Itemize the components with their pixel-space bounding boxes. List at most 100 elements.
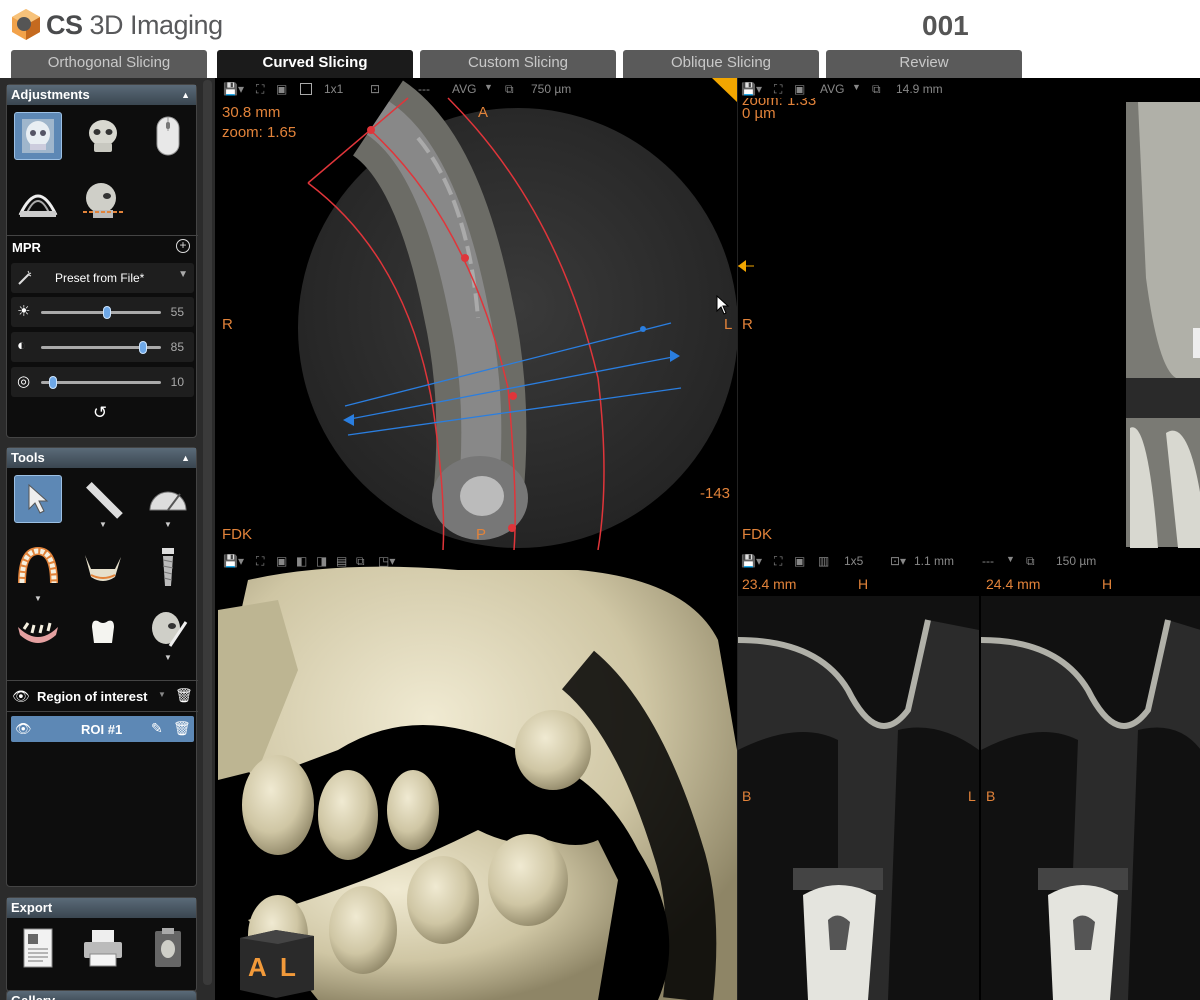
tab-oblique-slicing[interactable]: Oblique Slicing [623,50,819,78]
arch-icon[interactable]: ▼ [14,543,62,603]
thickness-tool-icon[interactable]: ⊡ [370,82,380,96]
save-icon[interactable]: 💾▾ [223,82,244,96]
adjustments-title: Adjustments [11,87,90,102]
mouse-cursor-icon [716,295,730,315]
skull-3d-icon[interactable] [79,112,127,160]
cube-face-1: A [248,952,267,982]
collapse-icon[interactable]: ▲ [181,85,190,105]
clip-box-icon-1[interactable]: ◧ [296,554,307,568]
printer-icon[interactable] [79,924,127,972]
fit-icon[interactable]: ⛶ [774,82,782,97]
save-icon[interactable]: 💾▾ [741,82,762,96]
trash-icon[interactable]: 🗑 [175,687,193,704]
skull-mpr-icon[interactable] [14,112,62,160]
window-icon[interactable]: ▣ [276,554,287,568]
gamma-row: ◎ 10 [11,367,194,397]
thickness-value: 14.9 mm [896,82,943,96]
orientation-left: R [222,316,233,333]
copy-icon[interactable]: ⧉ [872,82,881,97]
contrast-icon: ◐ [17,337,27,354]
mode-select[interactable]: AVG [452,82,476,96]
clip-box-icon-5[interactable]: ◳▾ [378,554,395,568]
reset-icon[interactable]: ↺ [93,403,107,423]
tab-orthogonal-slicing[interactable]: Orthogonal Slicing [11,50,207,78]
save-icon[interactable]: 💾▾ [741,554,762,568]
trash-icon[interactable]: 🗑 [173,720,191,737]
export-header[interactable]: Export [7,898,196,918]
crown-icon[interactable] [79,608,127,656]
mode-select[interactable]: AVG [820,82,844,96]
fit-icon[interactable]: ⛶ [774,554,782,569]
reconstruction-label: FDK [222,526,252,543]
chevron-down-icon[interactable]: ▼ [484,82,493,92]
tab-curved-slicing[interactable]: Curved Slicing [217,50,413,78]
clip-box-icon-4[interactable]: ⧉ [356,554,365,569]
thickness-tool-icon[interactable]: ⊡▾ [890,554,906,568]
adjustments-header[interactable]: Adjustments ▲ [7,85,196,105]
brightness-slider-handle[interactable] [103,306,111,319]
chevron-down-icon[interactable]: ▼ [852,82,861,92]
clip-box-icon-3[interactable]: ▤ [336,554,347,568]
distance-label: 30.8 mm [222,104,281,121]
layout-box-icon[interactable] [300,83,312,95]
implant-icon[interactable] [144,543,192,591]
columns-icon[interactable]: ▥ [818,554,829,568]
next-panel-header[interactable]: Gallery [7,991,196,1000]
roi-item[interactable]: 👁 ROI #1 ✎ 🗑 [11,716,194,742]
copy-icon[interactable]: ⧉ [505,82,514,97]
window-icon[interactable]: ▣ [794,82,805,96]
copy-icon[interactable]: ⧉ [1026,554,1035,569]
tools-header[interactable]: Tools ▲ [7,448,196,468]
chevron-down-icon[interactable]: ▼ [158,690,166,699]
tab-review[interactable]: Review [826,50,1022,78]
cross-section-viewport[interactable]: 💾▾ ⛶ ▣ ▥ 1x5 ⊡▾ 1.1 mm --- ▼ ⧉ 150 µm 23… [737,550,1200,1000]
gamma-slider-handle[interactable] [49,376,57,389]
volume-3d-image [218,566,737,1000]
orientation-cube[interactable]: A L [240,944,314,998]
slice-2-position: 24.4 mm [986,576,1041,592]
eye-icon[interactable]: 👁 [15,721,32,737]
axial-viewport[interactable]: 💾▾ ⛶ ▣ 1x1 ⊡ --- AVG ▼ ⧉ 750 µm 30.8 mm … [218,78,737,550]
eye-icon[interactable]: 👁 [12,688,30,705]
report-icon[interactable] [14,924,62,972]
mandible-icon[interactable] [14,608,62,656]
clipboard-icon[interactable] [144,924,192,972]
save-icon[interactable]: 💾▾ [223,554,244,568]
brightness-slider-track[interactable] [41,311,161,314]
volume-3d-viewport[interactable]: 💾▾ ⛶ ▣ ◧ ◨ ▤ ⧉ ◳▾ A L [218,550,737,1000]
tab-custom-slicing[interactable]: Custom Slicing [420,50,616,78]
skull-cut-icon[interactable]: ▼ [144,608,192,662]
preset-select[interactable]: Preset from File* ▼ [11,263,194,293]
patient-id: 001 [922,10,969,41]
layout-value[interactable]: 1x5 [844,554,863,568]
panoramic-icon[interactable] [14,177,62,225]
window-icon[interactable]: ▣ [276,82,287,96]
skull-slice-icon[interactable] [79,177,127,225]
next-panel: Gallery [6,990,197,1000]
pointer-icon[interactable] [14,475,62,523]
panoramic-image [738,102,1200,548]
jaw-icon[interactable] [79,543,127,591]
gamma-value: 10 [170,375,184,389]
left-panel-scrollbar[interactable] [203,80,212,985]
fit-icon[interactable]: ⛶ [256,82,264,97]
blank-value: --- [982,554,994,568]
layout-value[interactable]: 1x1 [324,82,343,96]
tab-bar: Orthogonal Slicing Curved Slicing Custom… [0,50,1200,78]
mouse-icon[interactable] [144,112,192,160]
contrast-slider-handle[interactable] [139,341,147,354]
collapse-icon[interactable]: ▲ [181,448,190,468]
fit-icon[interactable]: ⛶ [256,554,264,569]
window-icon[interactable]: ▣ [794,554,805,568]
chevron-down-icon[interactable]: ▼ [1006,554,1015,564]
clip-box-icon-2[interactable]: ◨ [316,554,327,568]
protractor-icon[interactable]: ▼ [144,475,192,529]
export-title: Export [11,900,53,915]
contrast-value: 85 [170,340,184,354]
brightness-icon: ☀ [17,303,31,320]
add-preset-icon[interactable]: + [176,239,190,253]
panoramic-viewport[interactable]: 💾▾ ⛶ ▣ AVG ▼ ⧉ 14.9 mm zoom: 1.33 0 µm R… [737,78,1200,550]
edit-icon[interactable]: ✎ [151,720,163,737]
ruler-icon[interactable]: ▼ [79,475,127,529]
gamma-slider-track[interactable] [41,381,161,384]
